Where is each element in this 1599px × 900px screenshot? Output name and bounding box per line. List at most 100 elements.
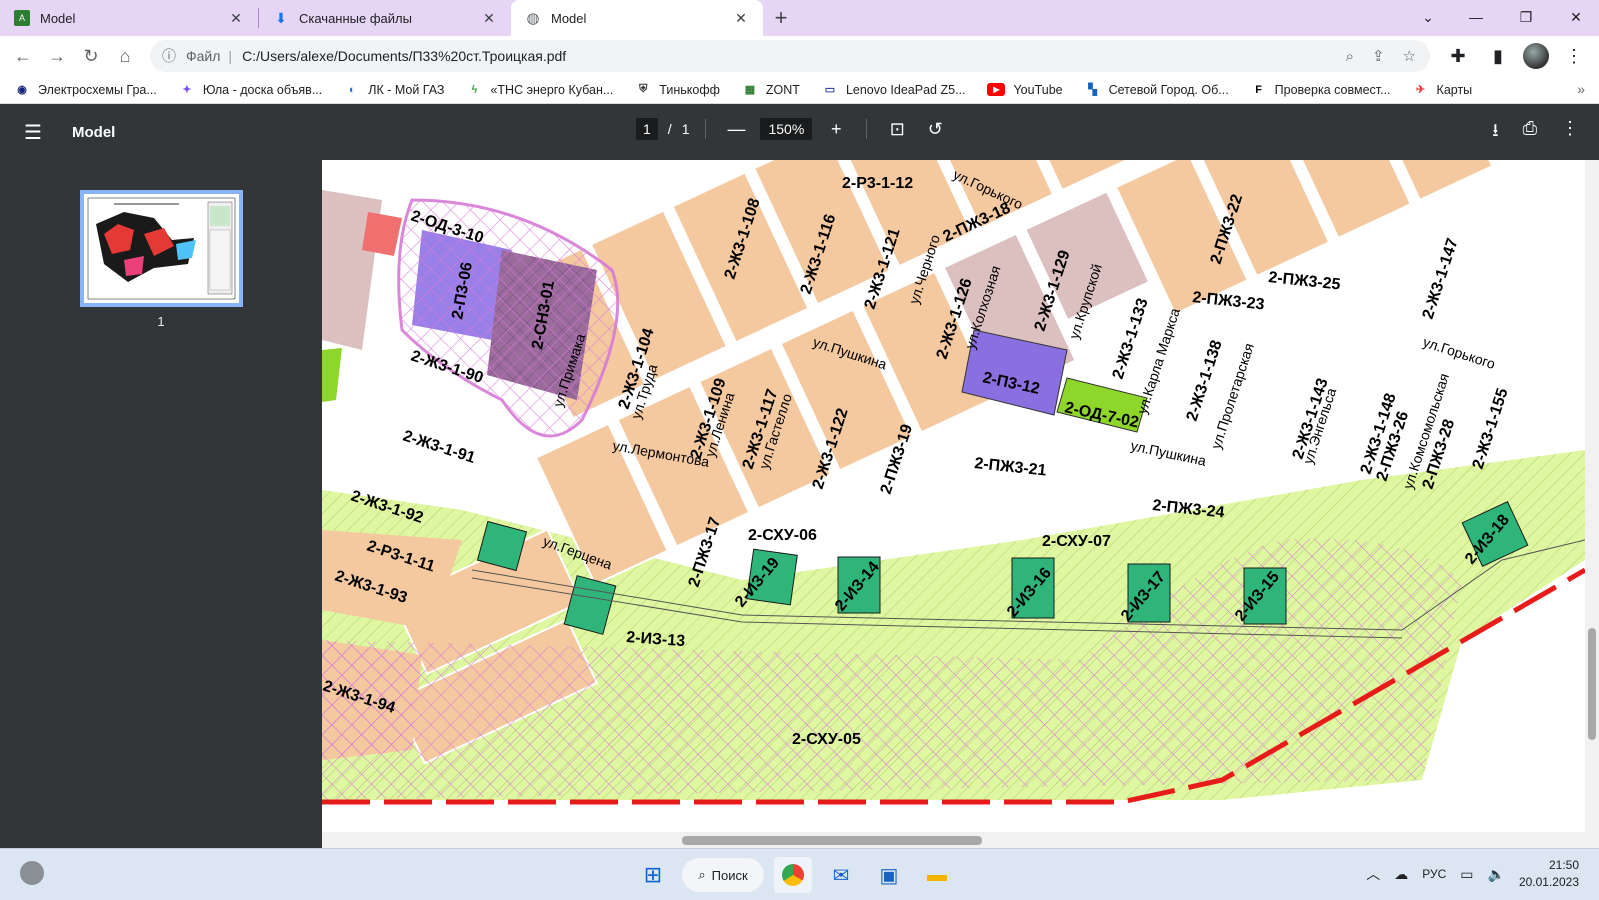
bookmark-label: Сетевой Город. Об... — [1108, 82, 1229, 97]
close-icon[interactable]: ✕ — [228, 10, 244, 27]
energy-icon: ϟ — [471, 83, 478, 96]
zone-label: 2-СХУ-07 — [1042, 533, 1111, 550]
schematic-icon: ◉ — [17, 84, 27, 96]
bookmark-label: ЛК - Мой ГАЗ — [368, 82, 445, 97]
side-panel-icon[interactable]: ▮ — [1483, 39, 1513, 73]
menu-icon[interactable]: ☰ — [24, 120, 48, 145]
avatar[interactable] — [1523, 43, 1549, 69]
clock[interactable]: 21:50 20.01.2023 — [1519, 857, 1579, 891]
globe-icon: ◍ — [526, 10, 540, 27]
rotate-icon[interactable]: ↺ — [921, 119, 949, 140]
zoom-icon[interactable]: ⌕ — [1346, 48, 1354, 65]
tab-model-active[interactable]: ◍ Model ✕ — [511, 0, 763, 36]
laptop-icon: ▭ — [824, 84, 836, 96]
close-icon[interactable]: ✕ — [481, 10, 497, 27]
bookmark-item[interactable]: ▚ Сетевой Город. Об... — [1085, 82, 1229, 98]
gas-icon: ◐ — [348, 83, 356, 96]
menu-kebab-icon[interactable]: ⋮ — [1559, 39, 1589, 73]
bookmark-item[interactable]: ▦ ZONT — [742, 82, 800, 98]
page-number-input[interactable]: 1 — [636, 118, 658, 140]
autocad-icon: A — [14, 10, 30, 26]
new-tab-button[interactable]: + — [763, 0, 799, 36]
search-icon: ⌕ — [698, 867, 706, 882]
chrome-icon[interactable] — [774, 857, 812, 893]
youtube-icon: ▶ — [987, 83, 1006, 96]
horizontal-scrollbar[interactable] — [322, 832, 1599, 848]
language-indicator[interactable]: РУС — [1422, 867, 1446, 881]
scrollbar-thumb[interactable] — [682, 836, 982, 845]
network-icon[interactable]: ▭ — [1460, 866, 1473, 883]
zoom-input[interactable]: 150% — [760, 118, 813, 140]
forward-button[interactable]: → — [40, 39, 74, 73]
scrollbar-thumb[interactable] — [1588, 628, 1596, 740]
minimize-button[interactable]: — — [1453, 0, 1499, 34]
more-options-icon[interactable]: ⋮ — [1561, 118, 1579, 148]
bookmark-item[interactable]: ϟ «ТНС энерго Кубан... — [466, 82, 614, 98]
download-icon[interactable]: ⭳ — [1492, 118, 1498, 148]
star-icon[interactable]: ☆ — [1403, 47, 1416, 65]
f-icon: F — [1255, 83, 1263, 96]
widgets-icon[interactable] — [20, 861, 44, 885]
clock-time: 21:50 — [1548, 858, 1579, 872]
vertical-scrollbar[interactable] — [1585, 160, 1599, 832]
address-bar[interactable]: ⓘ Файл | C:/Users/alexe/Documents/П33%20… — [150, 40, 1430, 72]
tab-model-1[interactable]: A Model ✕ — [0, 0, 258, 36]
chevron-up-icon[interactable]: ︿ — [1366, 864, 1380, 884]
school-icon: ▚ — [1088, 84, 1097, 96]
close-icon[interactable]: ✕ — [733, 10, 749, 27]
tab-label: Model — [551, 10, 587, 26]
bookmark-item[interactable]: ▶ YouTube — [987, 82, 1063, 97]
store-icon[interactable]: ▣ — [870, 857, 908, 893]
bookmark-label: Карты — [1436, 82, 1473, 97]
extensions-icon[interactable]: ✚ — [1443, 39, 1473, 73]
tab-search-icon[interactable]: ⌄ — [1405, 0, 1451, 34]
toolbar-divider — [705, 119, 707, 139]
tab-downloads[interactable]: ⬇ Скачанные файлы ✕ — [259, 0, 511, 36]
thumbnail-sidebar: 1 — [0, 160, 322, 848]
taskbar: ⊞ ⌕ Поиск ✉ ▣ ▬ ︿ ☁ РУС ▭ 🔈 21:50 20.01.… — [0, 848, 1599, 900]
bookmark-item[interactable]: ⛨ Тинькофф — [635, 82, 720, 98]
zoom-in-icon[interactable]: + — [822, 119, 850, 140]
info-icon[interactable]: ⓘ — [162, 46, 176, 66]
zoom-out-icon[interactable]: — — [722, 119, 750, 140]
mail-icon[interactable]: ✉ — [822, 857, 860, 893]
bookmark-label: Тинькофф — [659, 82, 720, 97]
bookmark-item[interactable]: ✦ Юла - доска объяв... — [179, 82, 322, 98]
tab-label: Скачанные файлы — [299, 10, 412, 26]
zone-label: 2-СХУ-06 — [748, 527, 817, 544]
cloud-icon[interactable]: ☁ — [1394, 866, 1408, 883]
pdf-toolbar: ☰ Model 1 / 1 — 150% + ⊡ ↺ ⭳ ⎙ ⋮ — [0, 104, 1599, 160]
folder-icon[interactable]: ▬ — [918, 857, 956, 893]
zoning-map: 2-ОД-3-10 2-П3-06 2-СН3-01 2-Ж3-1-90 2-Ж… — [322, 160, 1585, 832]
url-text[interactable]: C:/Users/alexe/Documents/П33%20ст.Троицк… — [242, 48, 566, 64]
back-button[interactable]: ← — [6, 39, 40, 73]
page-thumbnail[interactable] — [80, 190, 243, 307]
bookmark-item[interactable]: ✈ Карты — [1413, 82, 1473, 98]
close-window-button[interactable]: ✕ — [1553, 0, 1599, 34]
bookmark-item[interactable]: ▭ Lenovo IdeaPad Z5... — [822, 82, 966, 98]
print-icon[interactable]: ⎙ — [1523, 118, 1537, 148]
bookmark-item[interactable]: ◐ ЛК - Мой ГАЗ — [344, 82, 445, 98]
share-icon[interactable]: ⇪ — [1372, 47, 1385, 65]
bookmark-item[interactable]: ◉ Электросхемы Гра... — [14, 82, 157, 98]
address-separator: | — [228, 48, 233, 64]
page-total: 1 — [681, 121, 690, 137]
maps-icon: ✈ — [1415, 84, 1426, 96]
page-separator: / — [667, 121, 672, 137]
start-button[interactable]: ⊞ — [634, 857, 672, 893]
reload-button[interactable]: ↻ — [74, 39, 108, 73]
fit-page-icon[interactable]: ⊡ — [883, 119, 911, 140]
pdf-title: Model — [72, 123, 116, 141]
home-icon[interactable]: ⌂ — [108, 39, 142, 73]
bookmarks-overflow-icon[interactable]: » — [1577, 81, 1585, 97]
search-button[interactable]: ⌕ Поиск — [682, 858, 764, 892]
tab-label: Model — [40, 10, 76, 26]
volume-icon[interactable]: 🔈 — [1488, 866, 1505, 883]
bookmark-label: YouTube — [1013, 82, 1063, 97]
bookmark-item[interactable]: F Проверка совмест... — [1251, 82, 1391, 98]
bookmark-label: Проверка совмест... — [1274, 82, 1391, 97]
thumbnail-page-number: 1 — [157, 314, 165, 329]
pdf-viewer[interactable]: 2-ОД-3-10 2-П3-06 2-СН3-01 2-Ж3-1-90 2-Ж… — [322, 160, 1599, 848]
restore-button[interactable]: ❐ — [1503, 0, 1549, 34]
zone-label: 2-СХУ-05 — [792, 731, 861, 748]
